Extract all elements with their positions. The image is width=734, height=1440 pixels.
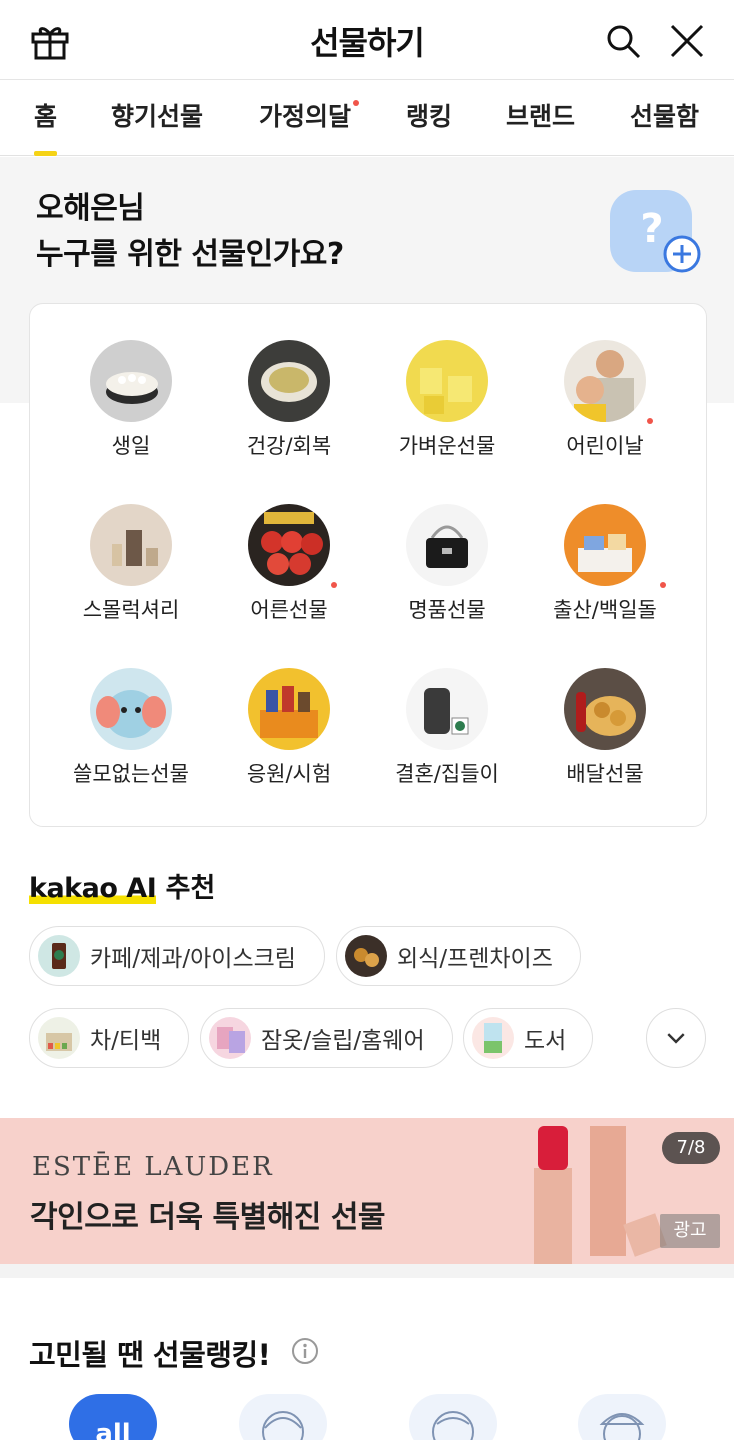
chip-label: 잠옷/슬립/홈웨어 [261, 1028, 425, 1054]
tab-label: 선물함 [630, 102, 700, 131]
new-dot [353, 100, 360, 106]
tab-label: 가정의달 [259, 102, 352, 131]
ad-badge: 광고 [660, 1214, 720, 1248]
ai-chip-sleepwear[interactable]: 잠옷/슬립/홈웨어 [200, 1008, 453, 1068]
tab-label: 랭킹 [406, 102, 453, 131]
category-image [406, 504, 488, 586]
tab-label: 브랜드 [506, 102, 576, 131]
category-image [248, 340, 330, 422]
chip-thumbnail [472, 1017, 514, 1059]
category-label: 어른선물 [250, 582, 337, 624]
category-cheer-exam[interactable]: 응원/시험 [209, 668, 369, 788]
ranking-filter-all[interactable]: all [69, 1394, 157, 1440]
category-image [248, 504, 330, 586]
chip-thumbnail [345, 935, 387, 977]
tab-ranking[interactable]: 랭킹 [406, 80, 452, 156]
search-icon[interactable] [604, 22, 642, 60]
category-elder-gift[interactable]: 어른선물 [209, 504, 369, 624]
ai-chip-cafe[interactable]: 카페/제과/아이스크림 [29, 926, 325, 986]
category-label: 배달선물 [566, 762, 644, 786]
ai-chip-tea[interactable]: 차/티백 [29, 1008, 189, 1068]
category-label: 쓸모없는선물 [73, 762, 189, 786]
chip-label: 차/티백 [90, 1028, 162, 1054]
category-label: 명품선물 [408, 598, 486, 622]
category-image [90, 668, 172, 750]
category-image [406, 668, 488, 750]
ai-chip-books[interactable]: 도서 [463, 1008, 593, 1068]
category-card: 생일 건강/회복 가벼운선물 어린이날 스몰럭셔리 어른선물 명품선물 출산/백… [29, 303, 707, 827]
greeting-question: 누구를 위한 선물인가요? [36, 237, 344, 272]
close-icon[interactable] [668, 22, 706, 60]
category-health[interactable]: 건강/회복 [209, 340, 369, 460]
tab-gift-box[interactable]: 선물함 [630, 80, 699, 156]
category-light-gift[interactable]: 가벼운선물 [367, 340, 527, 460]
category-birthday[interactable]: 생일 [51, 340, 211, 460]
category-image [564, 668, 646, 750]
category-label: 결혼/집들이 [395, 762, 499, 786]
chip-thumbnail [38, 1017, 80, 1059]
category-image [564, 340, 646, 422]
banner-pager: 7/8 [662, 1132, 720, 1164]
ai-title-suffix: 추천 [156, 873, 216, 904]
ranking-title: 고민될 땐 선물랭킹! [29, 1338, 271, 1372]
man-icon [432, 1411, 474, 1440]
info-icon[interactable] [291, 1337, 319, 1365]
tab-home[interactable]: 홈 [34, 80, 58, 156]
category-image [406, 340, 488, 422]
chevron-down-icon [667, 1033, 685, 1044]
ai-chip-dining[interactable]: 외식/프렌차이즈 [336, 926, 581, 986]
kakao-ai-brand: kakao AI [29, 873, 157, 904]
new-dot [659, 582, 666, 588]
category-delivery[interactable]: 배달선물 [525, 668, 685, 788]
cap-icon [599, 1413, 645, 1440]
expand-chips-button[interactable] [646, 1008, 706, 1068]
ad-banner[interactable]: ESTĒE LAUDER 각인으로 더욱 특별해진 선물 7/8 광고 [0, 1118, 734, 1264]
category-image [564, 504, 646, 586]
woman-icon [262, 1411, 304, 1440]
chip-thumbnail [209, 1017, 251, 1059]
chip-label: 카페/제과/아이스크림 [90, 946, 296, 972]
new-dot [646, 418, 653, 424]
greeting: 오해은님 누구를 위한 선물인가요? [36, 186, 344, 278]
category-image [90, 340, 172, 422]
ranking-filter-female[interactable] [239, 1394, 327, 1440]
tab-brand[interactable]: 브랜드 [506, 80, 575, 156]
category-label: 건강/회복 [246, 434, 332, 458]
section-divider [0, 1264, 734, 1278]
chip-label: 도서 [524, 1028, 567, 1054]
greeting-name: 오해은님 [36, 191, 145, 226]
category-label: 응원/시험 [246, 762, 332, 786]
add-recipient-icon[interactable]: ? [610, 190, 702, 274]
category-label: 가벼운선물 [398, 434, 496, 458]
category-baby[interactable]: 출산/백일돌 [525, 504, 685, 624]
chip-thumbnail [38, 935, 80, 977]
tab-label: 향기선물 [111, 102, 204, 131]
svg-text:?: ? [640, 206, 663, 252]
category-label: 스몰럭셔리 [82, 598, 180, 622]
category-small-luxury[interactable]: 스몰럭셔리 [51, 504, 211, 624]
app-header: 선물하기 [0, 0, 734, 80]
category-wedding-housewarming[interactable]: 결혼/집들이 [367, 668, 527, 788]
banner-brand: ESTĒE LAUDER [32, 1152, 274, 1182]
tab-bar: 홈 향기선물 가정의달 랭킹 브랜드 선물함 [0, 80, 734, 156]
lipstick-image [534, 1126, 667, 1264]
category-luxury-gift[interactable]: 명품선물 [367, 504, 527, 624]
category-label: 생일 [111, 434, 151, 458]
category-label: 출산/백일돌 [553, 582, 666, 624]
category-useless-gift[interactable]: 쓸모없는선물 [51, 668, 211, 788]
category-image [90, 504, 172, 586]
category-label: 어린이날 [566, 418, 653, 460]
category-childrens-day[interactable]: 어린이날 [525, 340, 685, 460]
ai-section-title: kakao AI 추천 [29, 866, 215, 905]
banner-copy: 각인으로 더욱 특별해진 선물 [30, 1200, 386, 1235]
new-dot [330, 582, 337, 588]
chip-label: 외식/프렌차이즈 [397, 946, 553, 972]
ranking-filter-teen[interactable] [578, 1394, 666, 1440]
tab-label: 홈 [34, 102, 58, 131]
category-image [248, 668, 330, 750]
tab-scent-gift[interactable]: 향기선물 [111, 80, 203, 156]
tab-family-month[interactable]: 가정의달 [259, 80, 360, 156]
ranking-filter-male[interactable] [409, 1394, 497, 1440]
